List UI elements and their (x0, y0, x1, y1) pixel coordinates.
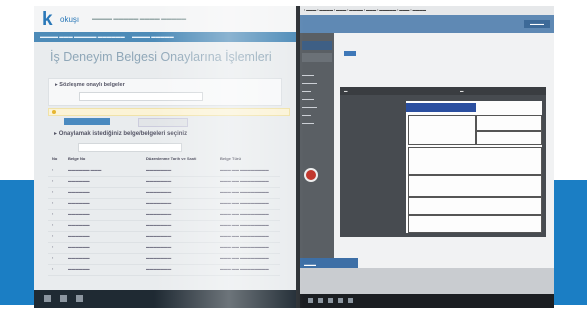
right-monitor-screen: ▪ ▬▬▬ ▪ ▬▬▬▬ ▪ ▬▬▬ ▪ ▬▬▬▬ ▪ ▬▬▬ ▪ ▬▬▬▬▬ … (300, 6, 554, 308)
sidebar: ▬▬▬▬ ▬▬▬▬▬ ▬▬▬ ▬▬▬▬ ▬▬▬▬▬ ▬▬▬ ▬▬▬▬ (300, 33, 334, 268)
sidebar-footer-label: ▬▬▬ (304, 262, 316, 267)
nav-item-1[interactable]: ▬▬▬▬ ▬▬▬ (40, 34, 73, 39)
sidebar-button[interactable] (302, 41, 332, 50)
warning-icon (52, 110, 56, 114)
form-box (476, 131, 542, 145)
browser-bookmarks-bar: ▪ ▬▬▬ ▪ ▬▬▬▬ ▪ ▬▬▬ ▪ ▬▬▬▬ ▪ ▬▬▬ ▪ ▬▬▬▬▬ … (300, 6, 554, 15)
logo-text: okuşı (60, 15, 80, 24)
form-box (408, 115, 476, 145)
form-box (408, 197, 542, 215)
main-content: ▬ ▬ (334, 33, 554, 268)
sidebar-item[interactable]: ▬▬▬▬▬ (302, 105, 332, 109)
sidebar-item[interactable]: ▬▬▬ (302, 89, 332, 93)
taskbar-app-icon[interactable] (308, 298, 313, 303)
viewer-toolbar-icon[interactable]: ▬ (460, 89, 464, 93)
taskbar-app-icon[interactable] (348, 298, 353, 303)
taskbar-app-icon[interactable] (328, 298, 333, 303)
approve-selected-button[interactable] (64, 118, 110, 125)
form-box (408, 175, 542, 197)
form-box (408, 147, 542, 175)
nav-item-2[interactable]: ▬▬▬▬▬ ▬▬▬▬▬▬ (74, 34, 125, 39)
sidebar-item[interactable]: ▬▬▬▬ (302, 97, 332, 101)
taskbar-app-icon[interactable] (338, 298, 343, 303)
header-action-button[interactable]: ▬▬▬▬ (524, 20, 550, 28)
form-box (476, 115, 542, 131)
column-header-no: No (52, 156, 58, 161)
footer-area (300, 268, 554, 294)
sidebar-button[interactable] (302, 53, 332, 62)
logo-mark: k (42, 9, 53, 30)
screen-glare (154, 6, 304, 308)
emblem-logo-icon (304, 168, 318, 182)
taskbar-app-icon[interactable] (60, 295, 67, 302)
document-header-band (406, 103, 476, 112)
document-page (406, 101, 542, 233)
panel-heading: ▸ Sözleşme onaylı belgeler (55, 82, 125, 88)
sidebar-item[interactable]: ▬▬▬▬ (302, 73, 332, 77)
status-chip (344, 51, 356, 56)
screenshot-photo: k okuşı ▬▬▬▬ ▬▬▬▬▬ ▬▬▬▬ ▬▬▬▬▬ ▬▬▬▬ ▬▬▬ ▬… (34, 6, 554, 308)
sidebar-item[interactable]: ▬▬▬▬ (302, 121, 332, 125)
sidebar-item[interactable]: ▬▬▬ (302, 113, 332, 117)
start-icon[interactable] (44, 295, 51, 302)
taskbar-app-icon[interactable] (76, 295, 83, 302)
column-header-belge-no: Belge No (68, 156, 86, 161)
document-viewer: ▬ ▬ (340, 87, 546, 237)
form-box (408, 215, 542, 233)
taskbar-app-icon[interactable] (318, 298, 323, 303)
sidebar-item[interactable]: ▬▬▬▬▬ (302, 81, 332, 85)
viewer-toolbar: ▬ ▬ (340, 87, 546, 95)
app-header-bar: ▬▬▬▬ (300, 15, 554, 33)
viewer-toolbar-icon[interactable]: ▬ (344, 89, 348, 93)
taskbar-right (300, 294, 554, 308)
